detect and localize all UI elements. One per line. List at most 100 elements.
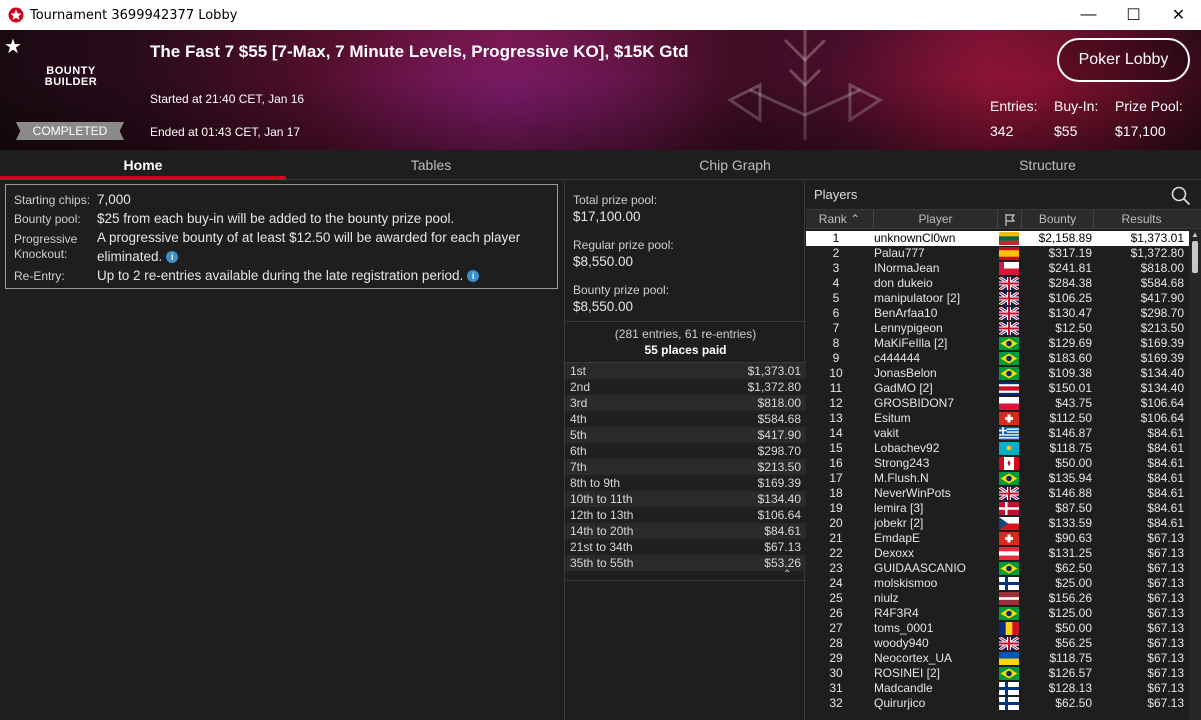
country-flag-icon xyxy=(998,275,1020,292)
payout-place: 14th to 20th xyxy=(570,524,634,538)
player-bounty: $12.50 xyxy=(1055,321,1092,335)
player-row[interactable]: 22 Dexoxx $131.25 $67.13 xyxy=(806,546,1189,561)
player-row[interactable]: 30 ROSINEI [2] $126.57 $67.13 xyxy=(806,666,1189,681)
bounty-column-header[interactable]: Bounty xyxy=(1022,210,1094,229)
player-row[interactable]: 19 lemira [3] $87.50 $84.61 xyxy=(806,501,1189,516)
reentry-label: Re-Entry: xyxy=(14,269,65,283)
player-row[interactable]: 8 MaKiFeIlla [2] $129.69 $169.39 xyxy=(806,336,1189,351)
scroll-up-icon[interactable]: ▲ xyxy=(1191,230,1199,239)
entries-label: Entries: xyxy=(990,98,1038,114)
tab-home[interactable]: Home xyxy=(0,150,286,180)
search-icon[interactable] xyxy=(1170,185,1192,207)
payout-place: 6th xyxy=(570,444,587,458)
player-row[interactable]: 26 R4F3R4 $125.00 $67.13 xyxy=(806,606,1189,621)
minimize-button[interactable]: — xyxy=(1066,0,1111,30)
maximize-button[interactable]: ☐ xyxy=(1111,0,1156,30)
payout-place: 3rd xyxy=(570,396,588,410)
payout-row: 21st to 34th $67.13 xyxy=(565,539,806,555)
player-row[interactable]: 25 niulz $156.26 $67.13 xyxy=(806,591,1189,606)
player-rank: 11 xyxy=(829,381,843,395)
player-name: JonasBelon xyxy=(874,366,937,380)
player-row[interactable]: 21 EmdapE $90.63 $67.13 xyxy=(806,531,1189,546)
rank-column-header[interactable]: Rank ⌃ xyxy=(806,210,874,229)
player-bounty: $125.00 xyxy=(1048,606,1092,620)
close-button[interactable]: ✕ xyxy=(1156,0,1201,30)
results-column-header[interactable]: Results xyxy=(1094,210,1189,229)
payout-row: 6th $298.70 xyxy=(565,443,806,459)
player-row[interactable]: 9 c444444 $183.60 $169.39 xyxy=(806,351,1189,366)
bounty-pool-value: $25 from each buy-in will be added to th… xyxy=(97,211,455,226)
bounty-pool-label: Bounty pool: xyxy=(14,212,81,226)
player-row[interactable]: 31 Madcandle $128.13 $67.13 xyxy=(806,681,1189,696)
player-row[interactable]: 28 woody940 $56.25 $67.13 xyxy=(806,635,1189,652)
payout-amount: $169.39 xyxy=(757,476,801,490)
player-row[interactable]: 1 unknownCl0wn $2,158.89 $1,373.01 xyxy=(806,231,1189,246)
player-row[interactable]: 27 toms_0001 $50.00 $67.13 xyxy=(806,621,1189,636)
player-name: Lennypigeon xyxy=(874,321,943,335)
player-row[interactable]: 3 INormaJean $241.81 $818.00 xyxy=(806,261,1189,276)
player-rank: 6 xyxy=(832,306,840,320)
info-icon[interactable]: i xyxy=(467,270,480,282)
player-bounty: $90.63 xyxy=(1055,531,1092,545)
player-bounty: $50.00 xyxy=(1055,456,1092,470)
flag-column-header[interactable] xyxy=(998,210,1022,229)
player-rank: 12 xyxy=(829,396,843,410)
player-row[interactable]: 29 Neocortex_UA $118.75 $67.13 xyxy=(806,651,1189,666)
player-row[interactable]: 13 Esitum $112.50 $106.64 xyxy=(806,411,1189,426)
player-row[interactable]: 7 Lennypigeon $12.50 $213.50 xyxy=(806,320,1189,337)
player-row[interactable]: 14 vakit $146.87 $84.61 xyxy=(806,426,1189,441)
window-title: Tournament 3699942377 Lobby xyxy=(30,7,238,23)
player-name: Neocortex_UA xyxy=(874,651,953,665)
country-flag-icon xyxy=(999,412,1019,425)
players-scrollbar[interactable]: ▲ xyxy=(1189,229,1201,720)
tab-tables[interactable]: Tables xyxy=(286,150,576,180)
player-row[interactable]: 11 GadMO [2] $150.01 $134.40 xyxy=(806,381,1189,396)
country-flag-icon xyxy=(999,337,1019,350)
buyin-value: $55 xyxy=(1054,123,1078,139)
player-row[interactable]: 12 GROSBIDON7 $43.75 $106.64 xyxy=(806,396,1189,411)
payout-row: 1st $1,373.01 xyxy=(565,363,806,379)
player-row[interactable]: 2 Palau777 $317.19 $1,372.80 xyxy=(806,246,1189,261)
player-row[interactable]: 20 jobekr [2] $133.59 $84.61 xyxy=(806,516,1189,531)
player-row[interactable]: 5 manipulatoor [2] $106.25 $417.90 xyxy=(806,290,1189,307)
player-row[interactable]: 17 M.Flush.N $135.94 $84.61 xyxy=(806,471,1189,486)
player-column-header[interactable]: Player xyxy=(874,210,998,229)
start-time: Started at 21:40 CET, Jan 16 xyxy=(150,92,305,106)
bounty-prizepool-label: Bounty prize pool: xyxy=(573,283,670,297)
scroll-thumb[interactable] xyxy=(1192,241,1198,273)
progressive-label-line1: Progressive xyxy=(14,232,78,246)
player-name: GadMO [2] xyxy=(874,381,933,395)
bounty-builder-logo: BOUNTY BUILDER xyxy=(44,65,98,88)
player-rank: 4 xyxy=(832,276,840,290)
player-row[interactable]: 16 Strong243 $50.00 $84.61 xyxy=(806,456,1189,471)
player-result: $584.68 xyxy=(1140,276,1184,290)
payout-amount: $584.68 xyxy=(757,412,801,426)
player-row[interactable]: 23 GUIDAASCANIO $62.50 $67.13 xyxy=(806,561,1189,576)
country-flag-icon xyxy=(999,577,1019,590)
player-row[interactable]: 10 JonasBelon $109.38 $134.40 xyxy=(806,366,1189,381)
player-bounty: $133.59 xyxy=(1048,516,1092,530)
country-flag-icon xyxy=(999,532,1019,545)
player-result: $67.13 xyxy=(1147,651,1184,665)
tab-structure[interactable]: Structure xyxy=(894,150,1201,180)
player-row[interactable]: 4 don dukeio $284.38 $584.68 xyxy=(806,275,1189,292)
poker-lobby-button[interactable]: Poker Lobby xyxy=(1057,38,1190,82)
player-row[interactable]: 6 BenArfaa10 $130.47 $298.70 xyxy=(806,305,1189,322)
player-row[interactable]: 32 Quirurjico $62.50 $67.13 xyxy=(806,696,1189,711)
tab-chip-graph[interactable]: Chip Graph xyxy=(576,150,894,180)
payout-row: 10th to 11th $134.40 xyxy=(565,491,806,507)
player-row[interactable]: 15 Lobachev92 $118.75 $84.61 xyxy=(806,441,1189,456)
player-name: MaKiFeIlla [2] xyxy=(874,336,948,350)
player-row[interactable]: 18 NeverWinPots $146.88 $84.61 xyxy=(806,485,1189,502)
player-row[interactable]: 24 molskismoo $25.00 $67.13 xyxy=(806,576,1189,591)
country-flag-icon xyxy=(998,485,1020,502)
country-flag-icon xyxy=(999,352,1019,365)
country-flag-icon xyxy=(999,397,1019,411)
tournament-title: The Fast 7 $55 [7-Max, 7 Minute Levels, … xyxy=(150,42,689,61)
collapse-caret-icon[interactable]: ⌃ xyxy=(783,569,791,580)
payout-amount: $67.13 xyxy=(764,540,801,554)
player-result: $169.39 xyxy=(1140,351,1184,365)
player-bounty: $135.94 xyxy=(1048,471,1092,485)
info-icon[interactable]: i xyxy=(166,251,179,263)
favorite-star-icon[interactable]: ★ xyxy=(4,34,22,59)
